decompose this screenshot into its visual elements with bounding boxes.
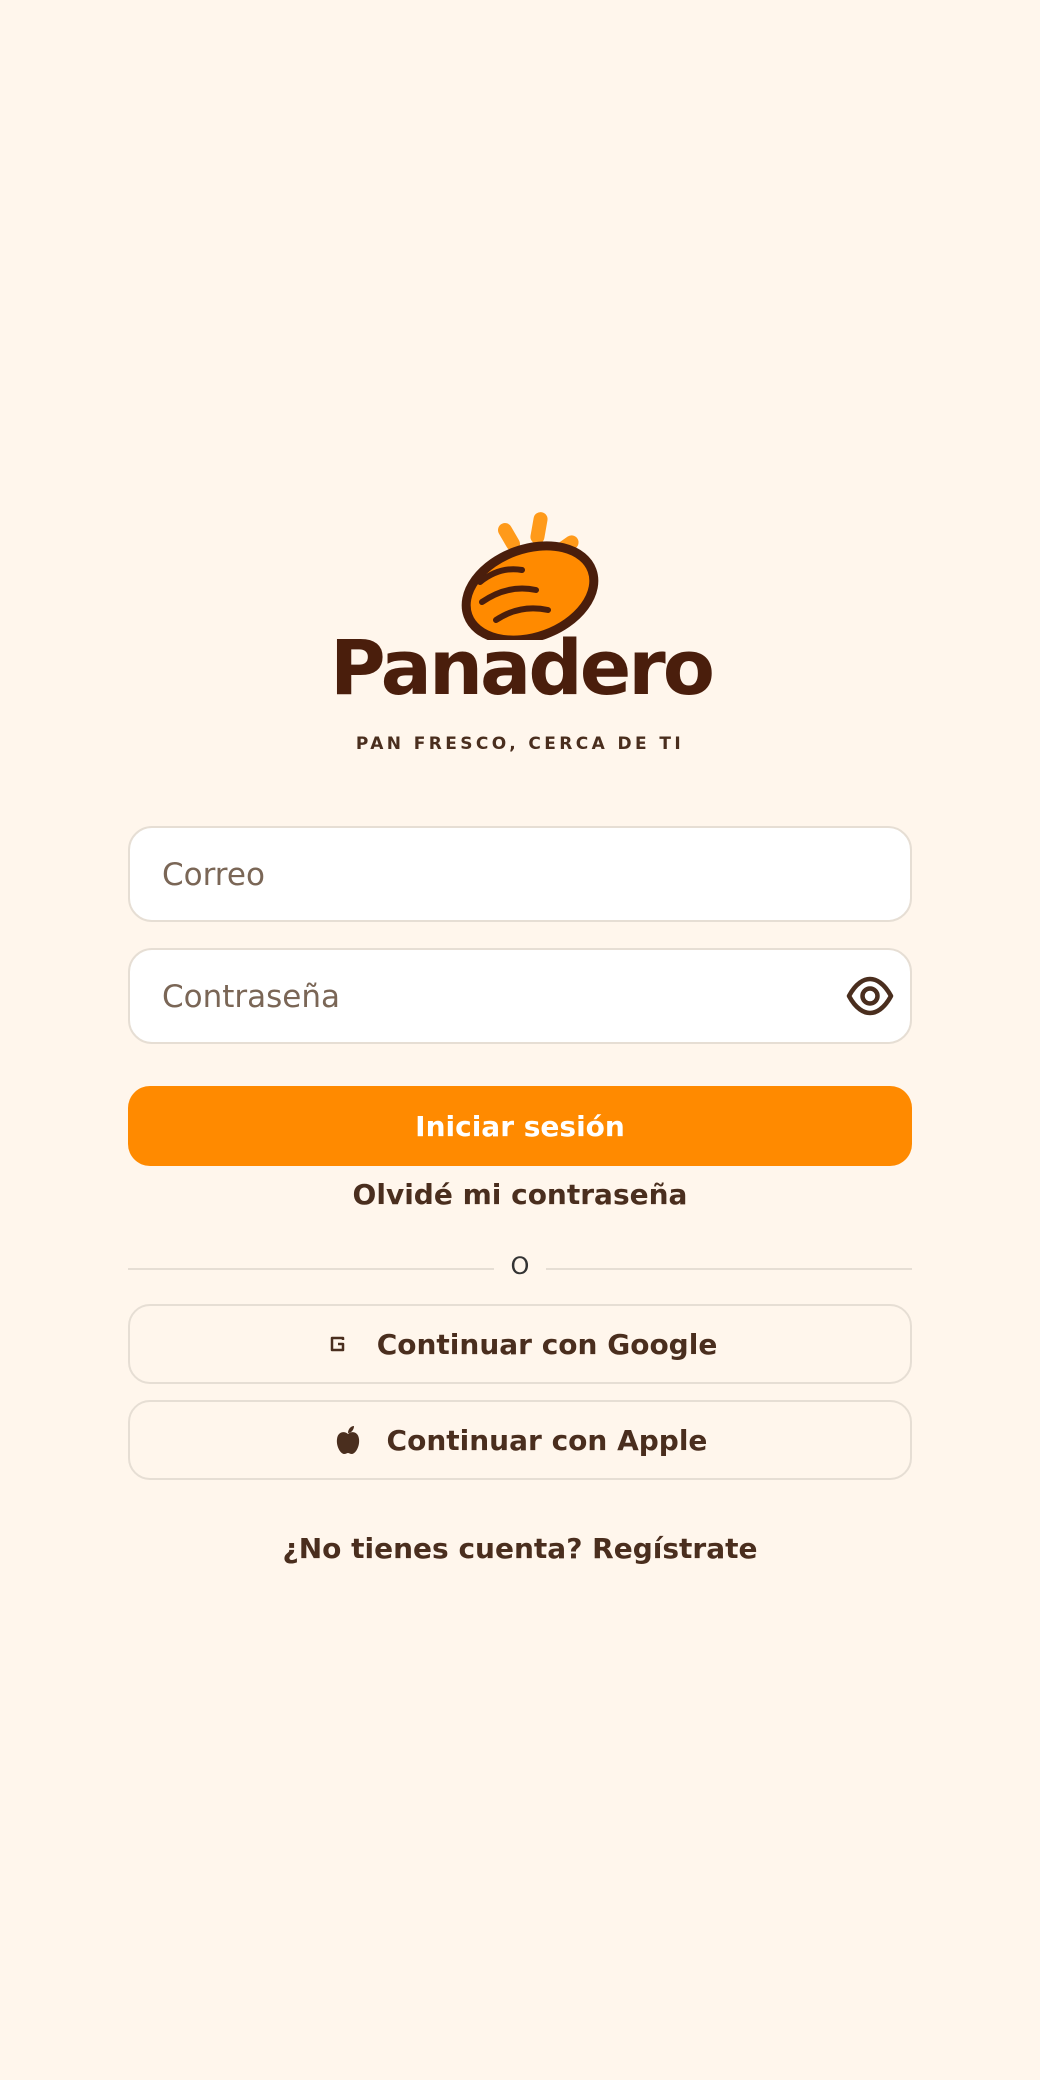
forgot-password-link[interactable]: Olvidé mi contraseña <box>128 1178 912 1211</box>
brand-logo: Panadero PAN FRESCO, CERCA DE TI <box>330 500 715 770</box>
register-link[interactable]: ¿No tienes cuenta? Regístrate <box>128 1532 912 1565</box>
apple-icon <box>333 1425 363 1455</box>
divider: O <box>128 1252 912 1284</box>
divider-label: O <box>510 1252 530 1280</box>
google-icon <box>323 1329 353 1359</box>
eye-icon[interactable] <box>846 974 894 1018</box>
email-input[interactable] <box>160 828 844 922</box>
brand-tagline: PAN FRESCO, CERCA DE TI <box>355 734 685 754</box>
login-button[interactable]: Iniciar sesión <box>128 1086 912 1166</box>
apple-button[interactable]: Continuar con Apple <box>128 1400 912 1480</box>
apple-button-label: Continuar con Apple <box>386 1423 708 1457</box>
password-input[interactable] <box>160 950 844 1044</box>
google-button-label: Continuar con Google <box>376 1327 718 1361</box>
brand-wordmark: Panadero <box>330 623 715 712</box>
email-field[interactable] <box>128 826 912 922</box>
password-field[interactable] <box>128 948 912 1044</box>
google-button[interactable]: Continuar con Google <box>128 1304 912 1384</box>
bread-icon <box>461 512 599 640</box>
